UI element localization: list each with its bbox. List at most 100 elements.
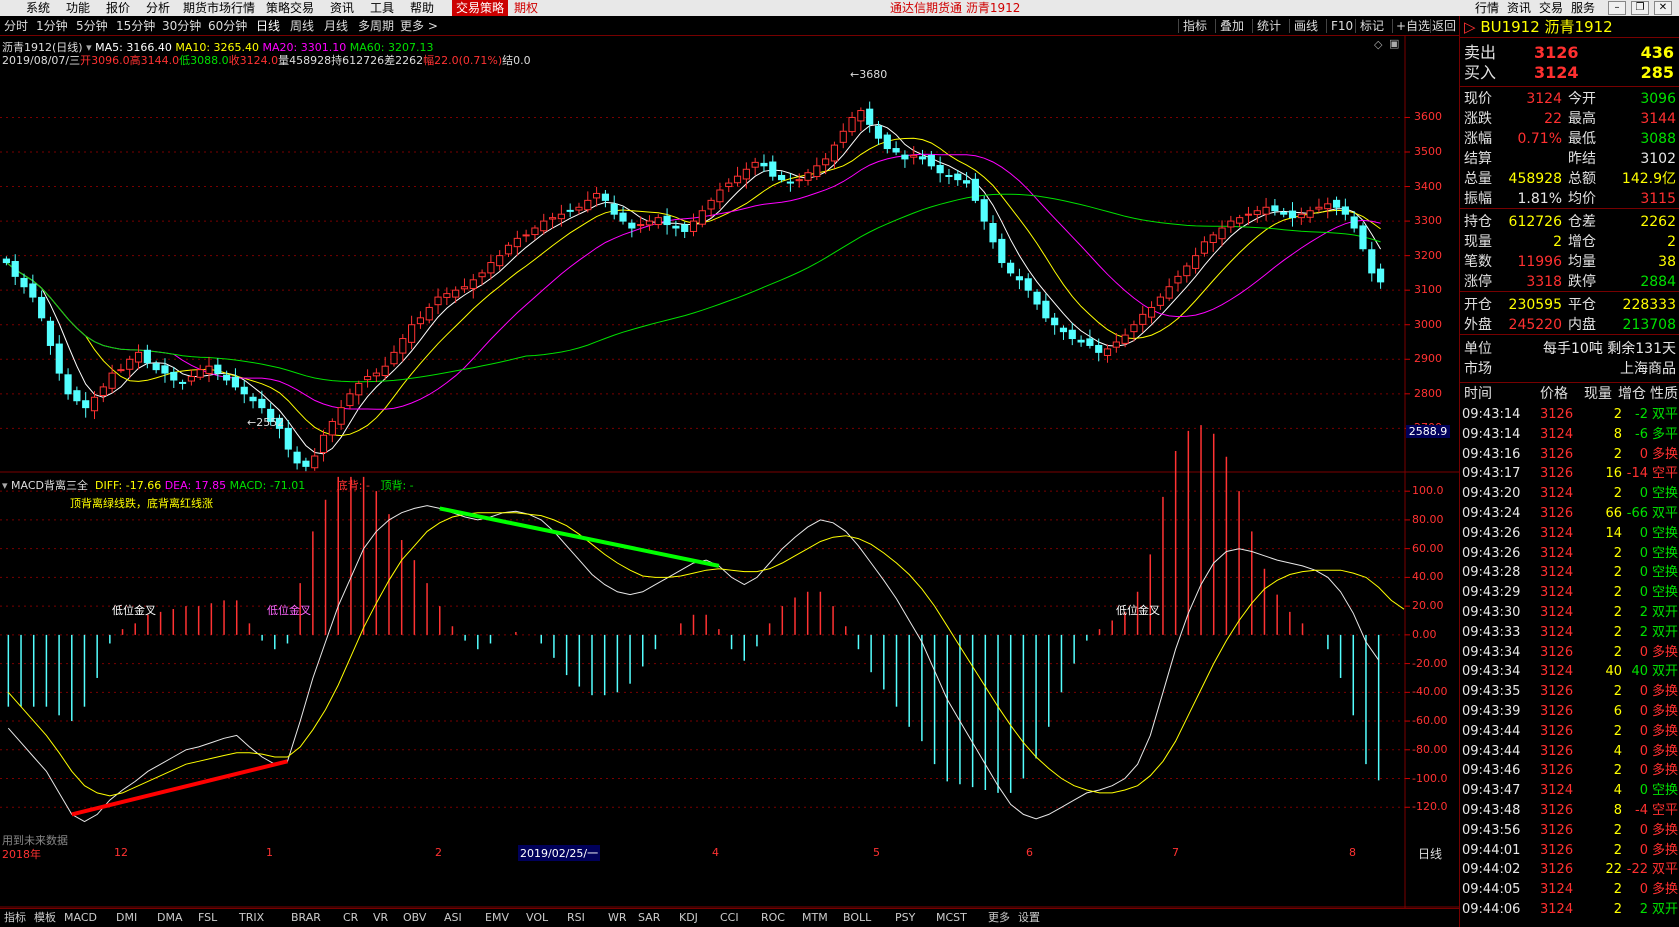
menu-analysis[interactable]: 分析 <box>146 0 170 16</box>
period-60min[interactable]: 60分钟 <box>208 16 247 36</box>
indicator-tab[interactable]: MACD <box>64 909 97 927</box>
statistics-button[interactable]: 统计 <box>1257 16 1281 36</box>
xaxis-label-jan: 1 <box>266 846 273 859</box>
tick-price: 3126 <box>1540 803 1574 818</box>
f10-button[interactable]: F10 <box>1331 16 1353 36</box>
chart-area[interactable]: 沥青1912(日线) ▾ MA5: 3166.40 MA10: 3265.40 … <box>0 36 1459 927</box>
indicator-tab[interactable]: TRIX <box>239 909 264 927</box>
indicator-tab[interactable]: WR <box>608 909 627 927</box>
candle-up <box>1324 203 1332 210</box>
indicator-tab[interactable]: MTM <box>802 909 828 927</box>
tick-nature: 双平 <box>1651 407 1678 422</box>
indicator-tab[interactable]: SAR <box>638 909 660 927</box>
candle-up <box>134 351 143 363</box>
menu-quotes[interactable]: 报价 <box>106 0 130 16</box>
quote-value: 3124 <box>1526 91 1562 107</box>
restore-icon[interactable]: ❐ <box>1631 1 1649 15</box>
indicator-tab[interactable]: KDJ <box>679 909 698 927</box>
tick-time: 09:43:35 <box>1462 684 1521 700</box>
overlay-button[interactable]: 叠加 <box>1220 16 1244 36</box>
indicator-tab[interactable]: RSI <box>567 909 585 927</box>
menu-news[interactable]: 资讯 <box>330 0 354 16</box>
period-15min[interactable]: 15分钟 <box>116 16 155 36</box>
price-tick-label: 2900 <box>1414 352 1442 366</box>
tick-volume: 2 <box>1613 565 1622 581</box>
menu-strategy-trading[interactable]: 策略交易 <box>266 0 314 16</box>
window-icon[interactable]: ▣ <box>1389 37 1399 50</box>
indicator-button[interactable]: 指标 <box>1183 16 1207 36</box>
indicator-tab[interactable]: VOL <box>526 909 548 927</box>
tick-price: 3126 <box>1540 684 1574 700</box>
indicator-tab[interactable]: PSY <box>895 909 915 927</box>
period-more[interactable]: 更多 > <box>400 16 438 36</box>
quote-row: 现量 2 增仓 2 <box>1460 232 1679 252</box>
tick-volume: 22 <box>1605 862 1622 878</box>
menu-functions[interactable]: 功能 <box>66 0 90 16</box>
chart-canvas[interactable] <box>0 36 1459 908</box>
quote-value: 230595 <box>1508 297 1562 313</box>
indicator-tab[interactable]: EMV <box>485 909 509 927</box>
menu-right-quotes[interactable]: 行情 <box>1475 0 1499 16</box>
period-daily[interactable]: 日线 <box>256 16 280 36</box>
kline-info-line: 2019/08/07/三开3096.0高3144.0低3088.0收3124.0… <box>2 52 531 68</box>
macd-tick-label: 60.00 <box>1412 541 1444 555</box>
indicator-tab[interactable]: CR <box>343 909 358 927</box>
indicator-tab[interactable]: 模板 <box>34 909 56 927</box>
indicator-tab[interactable]: 更多 <box>988 909 1010 927</box>
period-weekly[interactable]: 周线 <box>290 16 314 36</box>
bottom-divergence-line <box>71 759 288 817</box>
draw-line-button[interactable]: 画线 <box>1294 16 1318 36</box>
candle-up <box>1192 255 1200 269</box>
diamond-icon[interactable]: ◇ <box>1374 38 1382 51</box>
indicator-tab[interactable]: CCI <box>720 909 739 927</box>
indicator-tab[interactable]: MCST <box>936 909 967 927</box>
quote-value: 38 <box>1658 254 1676 270</box>
candle-up <box>733 175 742 184</box>
menu-right-trade[interactable]: 交易 <box>1539 0 1563 16</box>
menu-futures-market[interactable]: 期货市场行情 <box>183 0 255 16</box>
candle-up <box>1103 348 1112 356</box>
menu-right-news[interactable]: 资讯 <box>1507 0 1531 16</box>
period-1min[interactable]: 1分钟 <box>36 16 68 36</box>
tick-oi-change: 0 <box>1639 565 1648 581</box>
sell-price: 3126 <box>1534 43 1579 62</box>
mark-button[interactable]: 标记 <box>1360 16 1384 36</box>
indicator-tab[interactable]: ASI <box>444 909 462 927</box>
sell-label: 卖出 <box>1464 43 1497 62</box>
add-watchlist-button[interactable]: +自选 <box>1396 16 1430 36</box>
menu-trade-strategy[interactable]: 交易策略 <box>452 0 509 16</box>
indicator-tab[interactable]: ROC <box>761 909 785 927</box>
menu-right-service[interactable]: 服务 <box>1571 0 1595 16</box>
period-5min[interactable]: 5分钟 <box>76 16 108 36</box>
indicator-tab[interactable]: BOLL <box>843 909 871 927</box>
indicator-tab[interactable]: 设置 <box>1018 909 1040 927</box>
menu-tools[interactable]: 工具 <box>370 0 394 16</box>
indicator-tab[interactable]: DMI <box>116 909 137 927</box>
close-icon[interactable]: ✕ <box>1654 1 1672 15</box>
period-multi[interactable]: 多周期 <box>358 16 394 36</box>
indicator-tab[interactable]: 指标 <box>4 909 26 927</box>
menu-options[interactable]: 期权 <box>514 0 538 16</box>
indicator-tab[interactable]: OBV <box>403 909 426 927</box>
period-intraday[interactable]: 分时 <box>4 16 28 36</box>
quote-label: 开仓 <box>1464 297 1492 313</box>
tick-price: 3126 <box>1540 506 1574 521</box>
candle-down <box>1077 339 1085 343</box>
unit-value: 每手10吨 剩余131天 <box>1543 341 1676 357</box>
indicator-tab[interactable]: BRAR <box>291 909 321 927</box>
indicator-tab[interactable]: FSL <box>198 909 217 927</box>
indicator-tab[interactable]: DMA <box>157 909 183 927</box>
menu-help[interactable]: 帮助 <box>410 0 434 16</box>
candle-up <box>425 306 433 321</box>
back-button[interactable]: 返回 <box>1432 16 1456 36</box>
xaxis-cursor-date: 2019/02/25/一 <box>518 845 601 861</box>
tick-row: 09:43:26 3124 14 0 空换 <box>1460 524 1679 543</box>
candle-up <box>1262 206 1270 215</box>
period-30min[interactable]: 30分钟 <box>162 16 201 36</box>
macd-toggle-icon[interactable]: ▾ <box>2 479 8 492</box>
period-monthly[interactable]: 月线 <box>324 16 348 36</box>
tick-price: 3124 <box>1540 525 1574 541</box>
menu-system[interactable]: 系统 <box>26 0 50 16</box>
minimize-icon[interactable]: – <box>1608 1 1626 15</box>
indicator-tab[interactable]: VR <box>373 909 388 927</box>
